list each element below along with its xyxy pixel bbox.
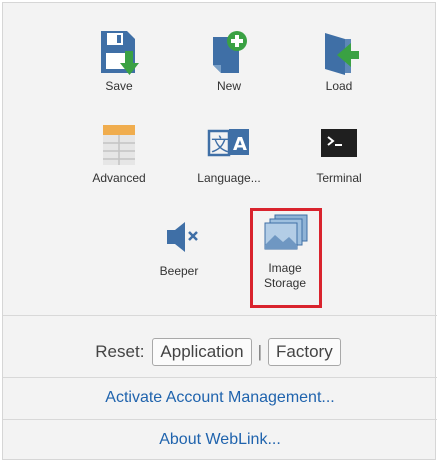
divider	[3, 377, 437, 378]
svg-text:文: 文	[211, 135, 229, 156]
language-button[interactable]: 文 A Language...	[179, 121, 279, 186]
spreadsheet-icon	[103, 125, 135, 165]
svg-text:A: A	[233, 134, 247, 155]
reset-application-button[interactable]: Application	[152, 338, 252, 366]
save-label: Save	[105, 79, 133, 93]
beeper-button[interactable]: Beeper	[129, 216, 229, 279]
advanced-button[interactable]: Advanced	[69, 121, 169, 186]
terminal-label: Terminal	[316, 171, 362, 185]
divider	[3, 419, 437, 420]
terminal-icon	[321, 129, 357, 157]
reset-separator: |	[257, 342, 263, 361]
about-weblink-link[interactable]: About WebLink...	[3, 421, 437, 459]
new-label: New	[216, 79, 241, 93]
new-document-icon	[213, 31, 247, 73]
image-storage-highlight	[250, 208, 322, 308]
load-icon	[325, 33, 359, 75]
reset-row: Reset: Application | Factory	[3, 329, 437, 375]
language-label: Language...	[197, 171, 261, 185]
divider	[3, 315, 437, 316]
reset-factory-button[interactable]: Factory	[268, 338, 341, 366]
new-button[interactable]: New	[179, 29, 279, 94]
save-button[interactable]: Save	[69, 29, 169, 94]
advanced-label: Advanced	[92, 171, 146, 185]
speaker-icon	[167, 222, 198, 252]
load-button[interactable]: Load	[289, 29, 389, 94]
reset-label: Reset:	[95, 342, 145, 361]
save-icon	[101, 31, 139, 75]
activate-account-management-link[interactable]: Activate Account Management...	[3, 379, 437, 417]
load-label: Load	[325, 79, 353, 93]
beeper-label: Beeper	[159, 264, 199, 278]
language-icon: 文 A	[207, 129, 249, 157]
terminal-button[interactable]: Terminal	[289, 121, 389, 186]
main-menu-panel: Save New Load Advanced 文 A Language... T…	[2, 2, 437, 460]
